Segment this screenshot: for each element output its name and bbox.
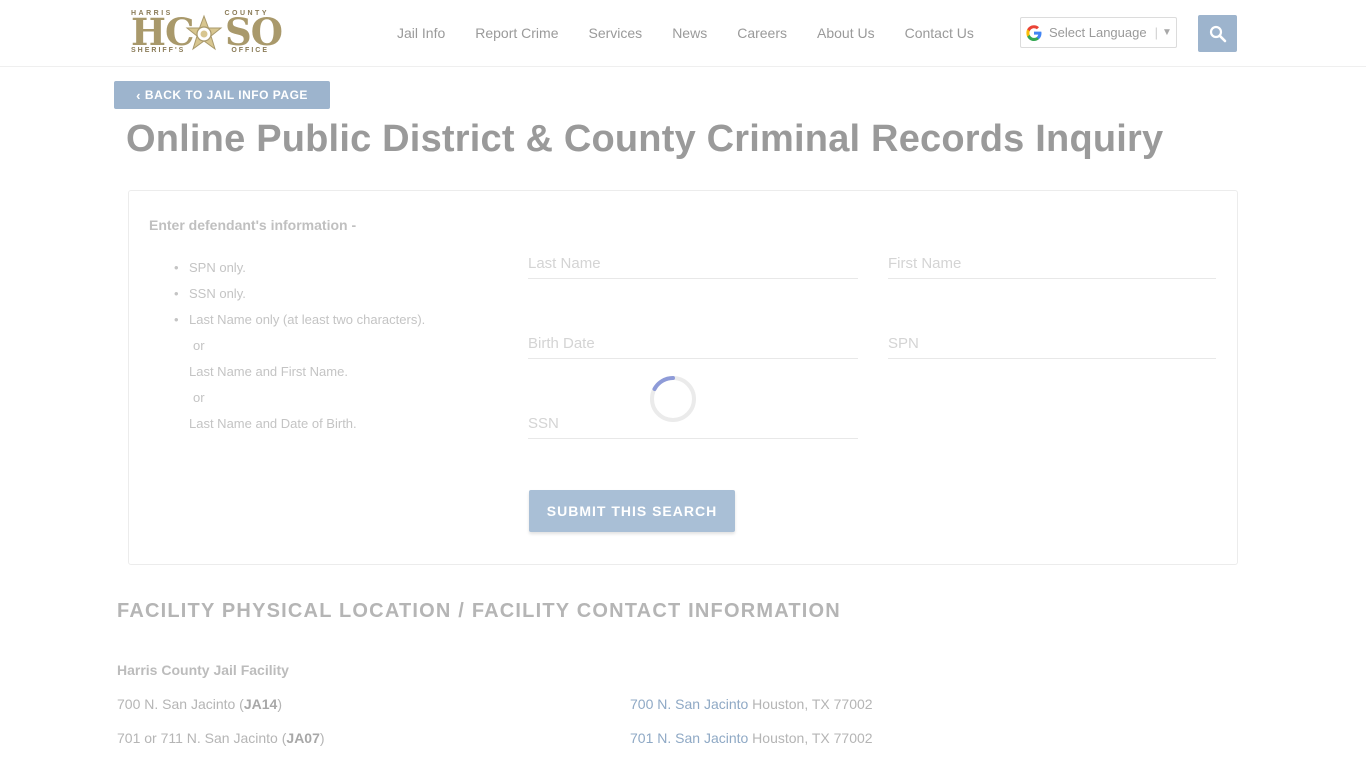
language-separator: | xyxy=(1154,25,1158,40)
facility-address-row: 701 N. San Jacinto Houston, TX 77002 xyxy=(630,730,873,746)
instruction-item: SSN only. xyxy=(169,281,425,307)
instruction-item: Last Name and First Name. xyxy=(189,364,348,379)
logo-bottom-line: SHERIFF'S OFFICE xyxy=(131,47,269,54)
loading-spinner-icon xyxy=(650,375,696,422)
first-name-input[interactable] xyxy=(888,249,1216,278)
chevron-left-icon: ‹ xyxy=(136,87,141,103)
logo-bottom-left: SHERIFF'S xyxy=(131,47,186,54)
hcso-logo[interactable]: HARRIS COUNTY HC SO SHERIFF'S OFFICE xyxy=(131,10,283,56)
instruction-or: or xyxy=(193,338,205,353)
nav-about-us[interactable]: About Us xyxy=(802,25,890,41)
facility-code: JA14 xyxy=(243,696,278,712)
spn-input[interactable] xyxy=(888,329,1216,358)
facility-location-row: 701 or 711 N. San Jacinto (JA07) xyxy=(117,730,325,746)
facility-location-suffix: ) xyxy=(319,730,325,746)
nav-news[interactable]: News xyxy=(657,25,722,41)
spn-field xyxy=(888,329,1216,359)
facility-address-link[interactable]: 701 N. San Jacinto xyxy=(630,730,748,746)
facility-location-prefix: 701 or 711 N. San Jacinto ( xyxy=(117,730,287,746)
page: HARRIS COUNTY HC SO SHERIFF'S OFFICE Jai… xyxy=(0,0,1366,768)
google-icon xyxy=(1026,24,1042,41)
logo-letters-right: SO xyxy=(225,10,283,54)
facility-heading: FACILITY PHYSICAL LOCATION / FACILITY CO… xyxy=(117,600,841,622)
nav-contact-us[interactable]: Contact Us xyxy=(890,25,989,41)
facility-location-prefix: 700 N. San Jacinto ( xyxy=(117,696,244,712)
instruction-item: Last Name and Date of Birth. xyxy=(189,416,357,431)
submit-search-button[interactable]: SUBMIT THIS SEARCH xyxy=(529,490,735,532)
chevron-down-icon: ▼ xyxy=(1161,27,1172,38)
nav-jail-info[interactable]: Jail Info xyxy=(382,25,460,41)
birth-date-field xyxy=(528,329,858,359)
page-title: Online Public District & County Criminal… xyxy=(126,118,1164,160)
last-name-input[interactable] xyxy=(528,249,858,278)
language-label: Select Language xyxy=(1049,25,1147,40)
back-to-jail-info-button[interactable]: ‹ BACK TO JAIL INFO PAGE xyxy=(114,81,330,109)
instructions-list: SPN only. SSN only. Last Name only (at l… xyxy=(169,255,425,437)
back-button-label: BACK TO JAIL INFO PAGE xyxy=(144,88,308,102)
language-select[interactable]: Select Language | ▼ xyxy=(1020,17,1177,48)
search-button[interactable] xyxy=(1198,15,1237,52)
search-icon xyxy=(1209,25,1226,42)
nav-report-crime[interactable]: Report Crime xyxy=(460,25,573,41)
search-form-card: Enter defendant's information - SPN only… xyxy=(128,190,1238,565)
facility-location-suffix: ) xyxy=(277,696,282,712)
site-header: HARRIS COUNTY HC SO SHERIFF'S OFFICE Jai… xyxy=(0,0,1366,67)
facility-address-city: Houston, TX 77002 xyxy=(748,730,873,746)
facility-location-row: 700 N. San Jacinto (JA14) xyxy=(117,696,282,712)
facility-address-row: 700 N. San Jacinto Houston, TX 77002 xyxy=(630,696,873,712)
instruction-item: Last Name only (at least two characters)… xyxy=(169,307,425,333)
form-intro: Enter defendant's information - xyxy=(149,217,357,233)
facility-address-city: Houston, TX 77002 xyxy=(748,696,873,712)
instruction-item: SPN only. xyxy=(169,255,425,281)
facility-code: JA07 xyxy=(286,730,320,746)
first-name-field xyxy=(888,249,1216,279)
nav-services[interactable]: Services xyxy=(574,25,658,41)
last-name-field xyxy=(528,249,858,279)
logo-bottom-right: OFFICE xyxy=(231,47,269,54)
facility-address-link[interactable]: 700 N. San Jacinto xyxy=(630,696,748,712)
birth-date-input[interactable] xyxy=(528,329,858,358)
instruction-or: or xyxy=(193,390,205,405)
nav-careers[interactable]: Careers xyxy=(722,25,802,41)
main-nav: Jail Info Report Crime Services News Car… xyxy=(382,0,989,66)
facility-name: Harris County Jail Facility xyxy=(117,662,289,678)
